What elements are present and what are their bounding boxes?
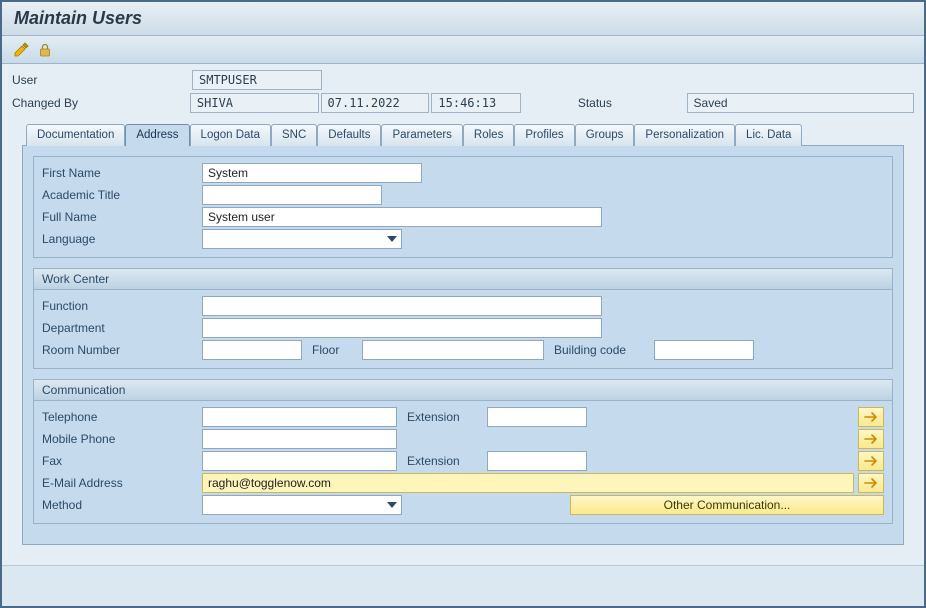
fax-ext-input[interactable] [487, 451, 587, 471]
method-select[interactable] [202, 495, 402, 515]
telephone-input[interactable] [202, 407, 397, 427]
full-name-input[interactable] [202, 207, 602, 227]
email-input[interactable] [202, 473, 854, 493]
lock-icon[interactable] [36, 41, 54, 59]
changed-time-field: 15:46:13 [431, 93, 520, 113]
tab-personalization[interactable]: Personalization [634, 124, 735, 146]
first-name-input[interactable] [202, 163, 422, 183]
main-window: Maintain Users User SMTPUSER Changed By … [0, 0, 926, 608]
floor-label: Floor [312, 343, 362, 357]
tab-documentation[interactable]: Documentation [26, 124, 125, 146]
user-label: User [12, 73, 192, 87]
communication-title: Communication [34, 380, 892, 401]
communication-group: Communication Telephone Extension Mobile… [33, 379, 893, 524]
work-center-title: Work Center [34, 269, 892, 290]
status-field: Saved [687, 93, 914, 113]
building-input[interactable] [654, 340, 754, 360]
fax-ext-label: Extension [407, 454, 487, 468]
fax-input[interactable] [202, 451, 397, 471]
building-label: Building code [554, 343, 654, 357]
chevron-down-icon [383, 496, 401, 514]
floor-input[interactable] [362, 340, 544, 360]
room-input[interactable] [202, 340, 302, 360]
email-label: E-Mail Address [42, 476, 202, 490]
chevron-down-icon [383, 230, 401, 248]
academic-title-input[interactable] [202, 185, 382, 205]
first-name-label: First Name [42, 166, 202, 180]
tab-groups[interactable]: Groups [575, 124, 635, 146]
tab-snc[interactable]: SNC [271, 124, 317, 146]
toolbar [2, 36, 924, 64]
tab-lic-data[interactable]: Lic. Data [735, 124, 802, 146]
address-panel: First Name Academic Title Full Name Lang… [22, 145, 904, 545]
method-label: Method [42, 498, 202, 512]
academic-title-label: Academic Title [42, 188, 202, 202]
tab-roles[interactable]: Roles [463, 124, 514, 146]
language-select[interactable] [202, 229, 402, 249]
changed-by-field: SHIVA [190, 93, 319, 113]
department-input[interactable] [202, 318, 602, 338]
mobile-more-button[interactable] [858, 429, 884, 449]
tel-ext-label: Extension [407, 410, 487, 424]
tab-defaults[interactable]: Defaults [317, 124, 381, 146]
fax-more-button[interactable] [858, 451, 884, 471]
changed-date-field: 07.11.2022 [321, 93, 430, 113]
mobile-label: Mobile Phone [42, 432, 202, 446]
telephone-more-button[interactable] [858, 407, 884, 427]
function-input[interactable] [202, 296, 602, 316]
work-center-group: Work Center Function Department Room Num… [33, 268, 893, 369]
mobile-input[interactable] [202, 429, 397, 449]
status-label: Status [578, 96, 687, 110]
tab-parameters[interactable]: Parameters [381, 124, 462, 146]
email-more-button[interactable] [858, 473, 884, 493]
changed-by-label: Changed By [12, 96, 190, 110]
tab-strip: Documentation Address Logon Data SNC Def… [12, 123, 914, 145]
header-area: User SMTPUSER Changed By SHIVA 07.11.202… [2, 64, 924, 566]
telephone-label: Telephone [42, 410, 202, 424]
tab-profiles[interactable]: Profiles [514, 124, 574, 146]
page-title: Maintain Users [14, 8, 912, 29]
language-label: Language [42, 232, 202, 246]
tab-address[interactable]: Address [125, 124, 189, 146]
user-field: SMTPUSER [192, 70, 322, 90]
tel-ext-input[interactable] [487, 407, 587, 427]
full-name-label: Full Name [42, 210, 202, 224]
other-communication-button[interactable]: Other Communication... [570, 495, 884, 515]
room-label: Room Number [42, 343, 202, 357]
function-label: Function [42, 299, 202, 313]
department-label: Department [42, 321, 202, 335]
fax-label: Fax [42, 454, 202, 468]
tab-logon-data[interactable]: Logon Data [190, 124, 271, 146]
edit-icon[interactable] [12, 41, 30, 59]
titlebar: Maintain Users [2, 2, 924, 36]
